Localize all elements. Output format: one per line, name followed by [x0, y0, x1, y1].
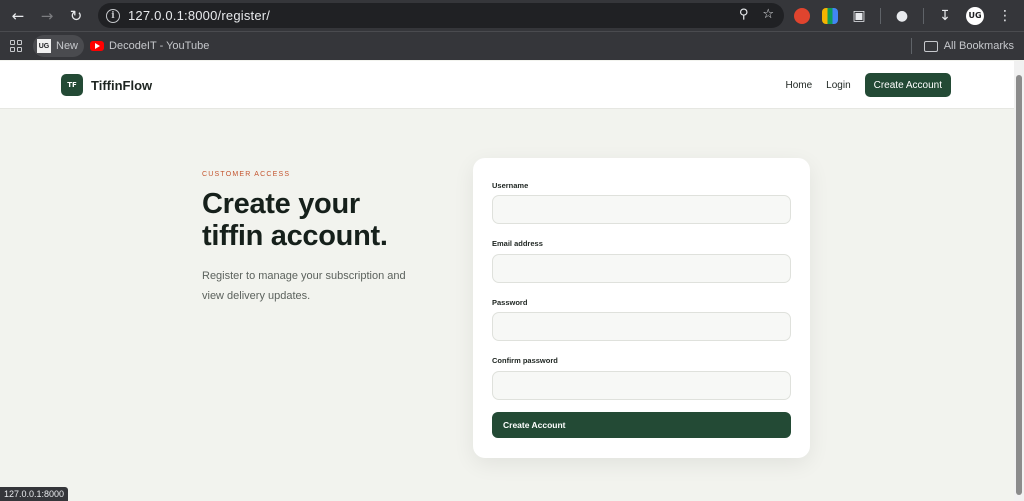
back-arrow-icon[interactable]: ← — [4, 2, 32, 30]
confirm-password-input[interactable] — [492, 371, 791, 400]
toolbar-separator — [923, 7, 924, 24]
brand-name: TiffinFlow — [91, 77, 153, 93]
bookmark-label: New — [56, 40, 79, 52]
browser-toolbar: ← → ↻ i 127.0.0.1:8000/register/ ⚲ ☆ ▣ ●… — [0, 0, 1024, 31]
bookmarks-separator — [910, 38, 912, 54]
bookmark-star-icon[interactable]: ☆ — [762, 7, 774, 22]
nav-login-link[interactable]: Login — [826, 80, 850, 91]
extensions-area: ▣ ● ↧ UG ⋮ — [794, 3, 1014, 28]
address-url[interactable]: 127.0.0.1:8000/register/ — [128, 8, 270, 23]
page-subtitle: Register to manage your subscription and… — [202, 270, 406, 302]
password-input[interactable] — [492, 312, 791, 341]
uc-logo-icon: UG — [37, 39, 51, 53]
address-bar[interactable]: i 127.0.0.1:8000/register/ ⚲ ☆ — [98, 3, 784, 28]
nav-create-account-button[interactable]: Create Account — [864, 73, 951, 97]
menu-kebab-icon[interactable]: ⋮ — [996, 8, 1014, 24]
page-title: Create your tiffin account. — [202, 188, 462, 252]
folder-icon — [923, 40, 938, 52]
status-url-bubble: 127.0.0.1:8000 — [0, 487, 69, 501]
page-title-line-1: Create your — [202, 188, 360, 220]
create-account-submit-button[interactable]: Create Account — [492, 412, 791, 438]
profile-avatar[interactable]: UG — [966, 6, 984, 25]
zoom-icon[interactable]: ⚲ — [739, 7, 749, 22]
site-header: TF TiffinFlow Home Login Create Account — [0, 61, 1014, 109]
eyebrow-label: CUSTOMER ACCESS — [202, 171, 291, 178]
register-form: Username Email address Password Confirm … — [473, 158, 810, 458]
brand-logo: TF — [61, 74, 83, 96]
youtube-icon — [90, 41, 105, 51]
main-nav: Home Login Create Account — [785, 73, 951, 97]
username-label: Username — [492, 181, 529, 190]
bookmark-youtube[interactable]: DecodeIT - YouTube — [86, 35, 215, 57]
extensions-puzzle-icon[interactable]: ▣ — [850, 8, 868, 24]
toolbar-separator — [880, 7, 881, 24]
email-label: Email address — [492, 239, 543, 248]
email-input[interactable] — [492, 254, 791, 283]
password-label: Password — [492, 298, 528, 307]
site-info-icon[interactable]: i — [106, 8, 120, 23]
adblock-extension-icon[interactable] — [794, 7, 810, 24]
all-bookmarks[interactable]: All Bookmarks — [910, 38, 1014, 54]
apps-grid-icon[interactable] — [10, 40, 22, 52]
incognito-icon[interactable]: ● — [893, 8, 911, 24]
bookmark-new[interactable]: UG New — [33, 35, 85, 57]
brand-link[interactable]: TF TiffinFlow — [61, 74, 152, 96]
reload-icon[interactable]: ↻ — [62, 2, 90, 30]
download-icon[interactable]: ↧ — [936, 8, 954, 24]
confirm-password-label: Confirm password — [492, 356, 558, 365]
forward-arrow-icon[interactable]: → — [33, 2, 61, 30]
username-input[interactable] — [492, 195, 791, 224]
page-scrollbar[interactable] — [1014, 61, 1024, 501]
bookmark-label: DecodeIT - YouTube — [109, 40, 210, 52]
extension-icon[interactable] — [822, 7, 838, 24]
page-title-line-2: tiffin account. — [202, 220, 388, 252]
scrollbar-thumb[interactable] — [1016, 75, 1022, 495]
bookmarks-bar: UG New DecodeIT - YouTube All Bookmarks — [0, 31, 1024, 60]
all-bookmarks-label: All Bookmarks — [943, 40, 1014, 52]
nav-home-link[interactable]: Home — [785, 80, 812, 91]
